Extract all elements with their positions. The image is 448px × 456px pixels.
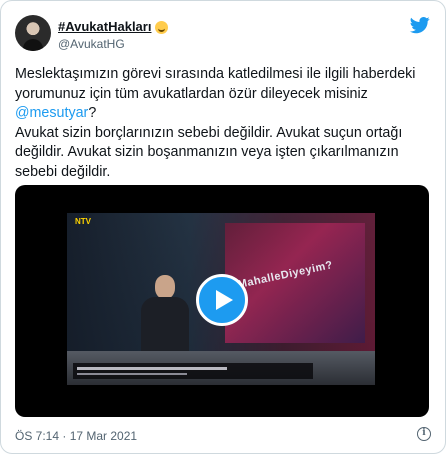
author-name-text[interactable]: #AvukatHakları	[58, 19, 151, 34]
tweet-body: Meslektaşımızın görevi sırasında katledi…	[15, 65, 433, 182]
news-lower-third	[73, 363, 313, 379]
twitter-bird-icon[interactable]	[409, 15, 431, 35]
channel-logo: NTV	[75, 217, 91, 226]
tweet-card: #AvukatHakları @AvukatHG Meslektaşımızın…	[0, 0, 446, 454]
tweet-text-qmark: ?	[88, 105, 97, 121]
play-button[interactable]	[196, 274, 248, 326]
mention-link[interactable]: @mesutyar	[15, 105, 88, 121]
info-icon[interactable]: i	[417, 427, 431, 441]
tweet-text-part1: Meslektaşımızın görevi sırasında katledi…	[15, 66, 416, 102]
video-player[interactable]: MahalleDiyeyim? NTV	[15, 185, 429, 417]
smiling-face-emoji-icon	[155, 21, 169, 34]
tweet-timestamp[interactable]: ÖS 7:14 · 17 Mar 2021	[15, 429, 137, 443]
tweet-text-part2: Avukat sizin borçlarınızın sebebi değild…	[15, 124, 403, 180]
author-avatar[interactable]	[15, 15, 51, 51]
author-display-name[interactable]: #AvukatHakları	[58, 19, 169, 34]
play-icon	[216, 290, 233, 310]
author-handle[interactable]: @AvukatHG	[58, 37, 125, 51]
